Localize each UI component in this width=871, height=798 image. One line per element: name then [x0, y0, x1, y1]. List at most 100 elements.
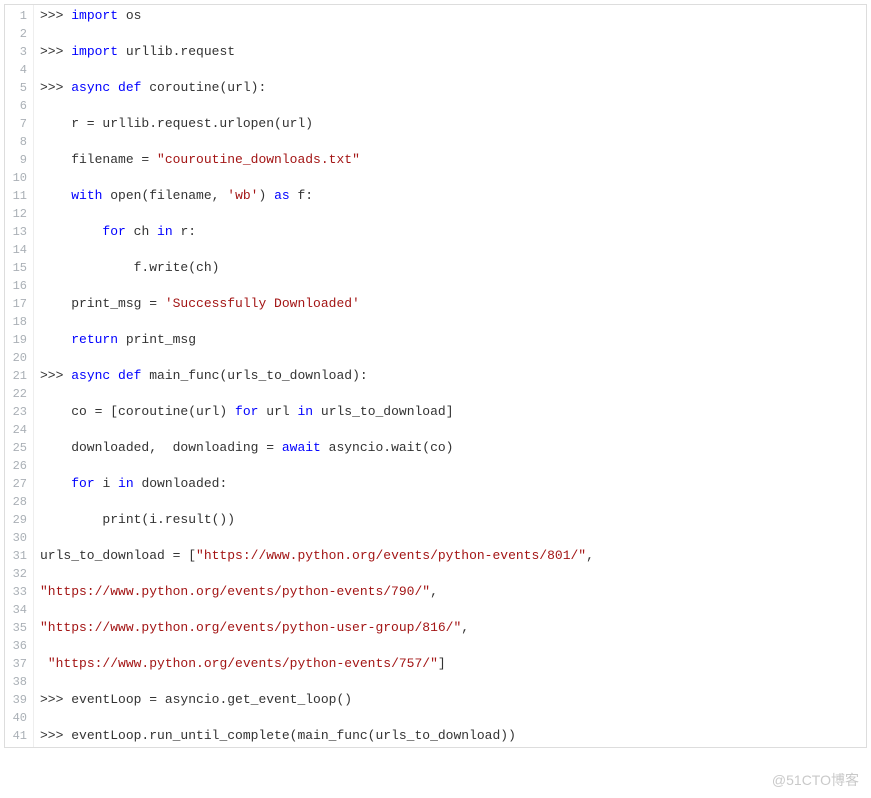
code-token: >>>	[40, 80, 71, 95]
code-token: in	[157, 224, 180, 239]
code-token: co = [coroutine(url)	[40, 404, 235, 419]
code-token: asyncio.wait(co)	[329, 440, 454, 455]
code-token: open(filename,	[110, 188, 227, 203]
code-token: i	[102, 476, 118, 491]
line-number: 34	[5, 601, 33, 619]
code-line: for i in downloaded:	[40, 475, 866, 493]
code-token: print_msg =	[40, 296, 165, 311]
code-token: async	[71, 80, 118, 95]
code-token: with	[71, 188, 110, 203]
line-number: 7	[5, 115, 33, 133]
code-token: f:	[298, 188, 314, 203]
code-line: >>> async def main_func(urls_to_download…	[40, 367, 866, 385]
code-token: "https://www.python.org/events/python-ev…	[196, 548, 586, 563]
code-line: downloaded, downloading = await asyncio.…	[40, 439, 866, 457]
line-number: 20	[5, 349, 33, 367]
code-block: 1234567891011121314151617181920212223242…	[4, 4, 867, 748]
line-number: 38	[5, 673, 33, 691]
line-number: 21	[5, 367, 33, 385]
line-number: 12	[5, 205, 33, 223]
code-line: >>> import os	[40, 7, 866, 25]
code-line	[40, 385, 866, 403]
code-token: urls_to_download]	[321, 404, 454, 419]
code-token: coroutine	[149, 80, 219, 95]
code-token	[40, 224, 102, 239]
code-line	[40, 25, 866, 43]
code-line: r = urllib.request.urlopen(url)	[40, 115, 866, 133]
code-line: >>> import urllib.request	[40, 43, 866, 61]
line-number: 41	[5, 727, 33, 745]
code-line	[40, 277, 866, 295]
code-token: for	[71, 476, 102, 491]
code-token	[40, 188, 71, 203]
line-number: 4	[5, 61, 33, 79]
code-token: )	[258, 188, 274, 203]
line-number: 31	[5, 547, 33, 565]
code-line	[40, 457, 866, 475]
code-token: 'wb'	[227, 188, 258, 203]
line-number: 17	[5, 295, 33, 313]
code-token: ]	[438, 656, 446, 671]
watermark: @51CTO博客	[772, 770, 859, 790]
line-number: 36	[5, 637, 33, 655]
line-number: 37	[5, 655, 33, 673]
line-number: 27	[5, 475, 33, 493]
line-number: 11	[5, 187, 33, 205]
line-number: 10	[5, 169, 33, 187]
code-line	[40, 421, 866, 439]
code-line	[40, 565, 866, 583]
code-line	[40, 61, 866, 79]
code-token	[40, 332, 71, 347]
code-line: "https://www.python.org/events/python-ev…	[40, 583, 866, 601]
line-number: 18	[5, 313, 33, 331]
code-line: return print_msg	[40, 331, 866, 349]
line-number: 39	[5, 691, 33, 709]
code-token: >>>	[40, 368, 71, 383]
line-number: 25	[5, 439, 33, 457]
line-number: 14	[5, 241, 33, 259]
code-token: f.write(ch)	[40, 260, 219, 275]
code-token: "https://www.python.org/events/python-ev…	[48, 656, 438, 671]
code-line: "https://www.python.org/events/python-us…	[40, 619, 866, 637]
code-token: return	[71, 332, 126, 347]
line-number: 30	[5, 529, 33, 547]
line-number: 26	[5, 457, 33, 475]
code-line: print(i.result())	[40, 511, 866, 529]
code-line	[40, 493, 866, 511]
code-line	[40, 133, 866, 151]
code-line: urls_to_download = ["https://www.python.…	[40, 547, 866, 565]
code-token: >>>	[40, 8, 71, 23]
line-number: 32	[5, 565, 33, 583]
code-token: downloaded:	[141, 476, 227, 491]
code-token: ,	[461, 620, 469, 635]
code-line	[40, 709, 866, 727]
code-line: filename = "couroutine_downloads.txt"	[40, 151, 866, 169]
code-token: url	[266, 404, 297, 419]
code-line: for ch in r:	[40, 223, 866, 241]
line-number-gutter: 1234567891011121314151617181920212223242…	[5, 5, 34, 747]
code-line	[40, 169, 866, 187]
code-token: r = urllib.request.urlopen(url)	[40, 116, 313, 131]
code-content[interactable]: >>> import os >>> import urllib.request >>…	[34, 5, 866, 747]
line-number: 2	[5, 25, 33, 43]
line-number: 33	[5, 583, 33, 601]
code-token: def	[118, 80, 149, 95]
line-number: 23	[5, 403, 33, 421]
code-token: >>>	[40, 692, 71, 707]
code-line: >>> eventLoop.run_until_complete(main_fu…	[40, 727, 866, 745]
line-number: 6	[5, 97, 33, 115]
line-number: 5	[5, 79, 33, 97]
code-token: os	[126, 8, 142, 23]
code-token: "https://www.python.org/events/python-ev…	[40, 584, 430, 599]
code-token: for	[235, 404, 266, 419]
code-line	[40, 673, 866, 691]
line-number: 24	[5, 421, 33, 439]
code-line: print_msg = 'Successfully Downloaded'	[40, 295, 866, 313]
line-number: 15	[5, 259, 33, 277]
code-token: as	[274, 188, 297, 203]
code-token: "https://www.python.org/events/python-us…	[40, 620, 461, 635]
code-line: co = [coroutine(url) for url in urls_to_…	[40, 403, 866, 421]
line-number: 28	[5, 493, 33, 511]
code-token: urllib.request	[126, 44, 235, 59]
code-line	[40, 349, 866, 367]
